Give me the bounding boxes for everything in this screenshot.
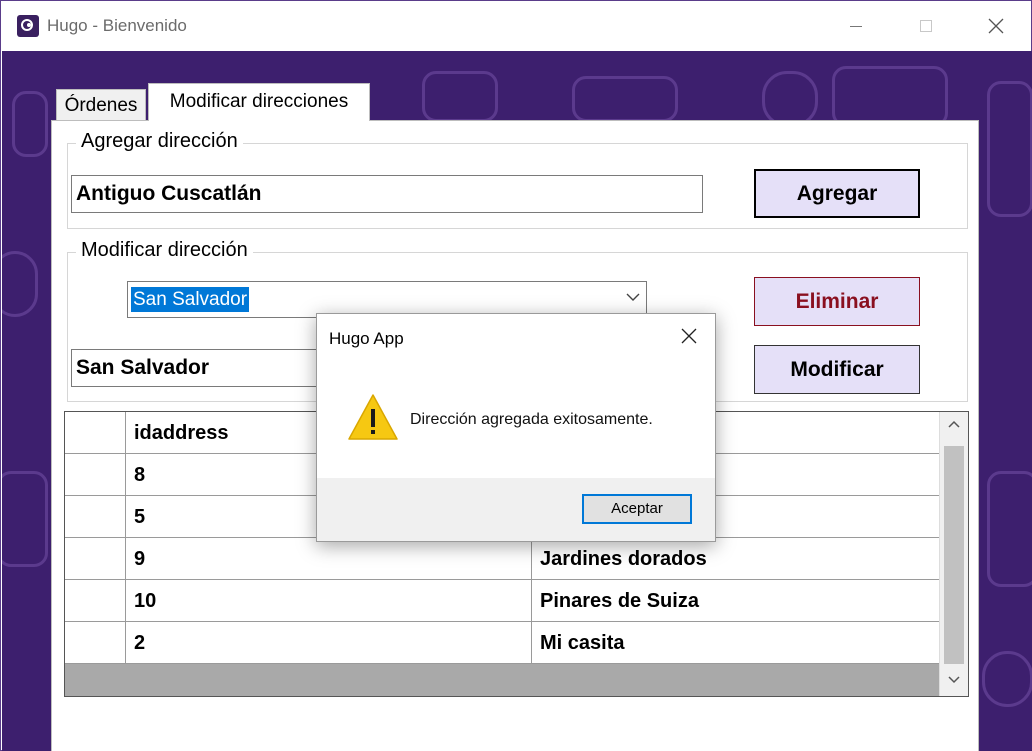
modify-address-input[interactable]: San Salvador (71, 349, 331, 387)
background-doodle (987, 471, 1032, 587)
tab-modificar-direcciones[interactable]: Modificar direcciones (148, 83, 370, 121)
delete-button[interactable]: Eliminar (754, 277, 920, 326)
modify-button[interactable]: Modificar (754, 345, 920, 394)
scroll-down-icon[interactable] (948, 676, 960, 684)
background-doodle (982, 651, 1032, 707)
background-doodle (572, 76, 678, 122)
background-doodle (832, 66, 948, 127)
close-button[interactable] (961, 1, 1031, 51)
background-doodle (422, 71, 498, 122)
background-doodle (12, 91, 48, 157)
close-icon (988, 18, 1004, 34)
row-header-cell[interactable] (65, 496, 126, 538)
minimize-button[interactable] (821, 1, 891, 51)
dialog-title: Hugo App (329, 329, 404, 348)
scrollbar-thumb[interactable] (944, 446, 964, 664)
row-header-cell[interactable] (65, 622, 126, 664)
ok-button[interactable]: Aceptar (582, 494, 692, 524)
chevron-down-icon[interactable] (626, 292, 640, 302)
add-address-input[interactable]: Antiguo Cuscatlán (71, 175, 703, 213)
combobox-selected-value: San Salvador (131, 287, 250, 312)
cell-idaddress[interactable]: 10 (126, 580, 532, 622)
maximize-button[interactable] (891, 1, 961, 51)
vertical-scrollbar[interactable] (939, 412, 968, 696)
modify-address-legend: Modificar dirección (76, 239, 253, 262)
tab-ordenes[interactable]: Órdenes (56, 89, 146, 120)
row-header-cell[interactable] (65, 580, 126, 622)
background-doodle (987, 81, 1032, 217)
dialog-footer: Aceptar (317, 478, 715, 541)
add-address-legend: Agregar dirección (76, 130, 243, 153)
grid-corner-cell (65, 412, 126, 454)
scroll-up-icon[interactable] (948, 420, 960, 428)
main-window: Hugo - Bienvenido Órdenes Modificar dire… (0, 0, 1032, 751)
cell-name[interactable]: Jardines dorados (532, 538, 940, 580)
cell-name[interactable]: Pinares de Suiza (532, 580, 940, 622)
background-doodle (2, 471, 48, 567)
background-doodle (762, 71, 818, 127)
row-header-cell[interactable] (65, 538, 126, 580)
dialog-message: Dirección agregada exitosamente. (410, 411, 653, 428)
title-bar: Hugo - Bienvenido (1, 1, 1031, 51)
app-icon (17, 15, 39, 37)
message-dialog: Hugo App Dirección agregada exitosamente… (316, 313, 716, 542)
dialog-close-icon[interactable] (681, 328, 697, 344)
add-button[interactable]: Agregar (754, 169, 920, 218)
window-title: Hugo - Bienvenido (47, 16, 187, 35)
cell-idaddress[interactable]: 2 (126, 622, 532, 664)
cell-idaddress[interactable]: 9 (126, 538, 532, 580)
row-header-cell[interactable] (65, 454, 126, 496)
table-row[interactable]: 9 Jardines dorados (65, 538, 940, 580)
warning-icon (348, 394, 398, 440)
background-doodle (2, 251, 38, 317)
table-row[interactable]: 2 Mi casita (65, 622, 940, 664)
cell-name[interactable]: Mi casita (532, 622, 940, 664)
table-row[interactable]: 10 Pinares de Suiza (65, 580, 940, 622)
